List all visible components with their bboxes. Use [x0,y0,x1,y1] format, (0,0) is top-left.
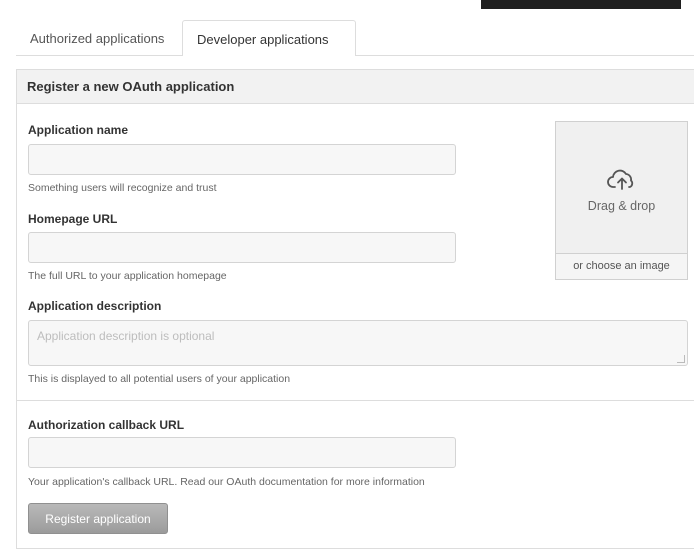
application-description-hint: This is displayed to all potential users… [28,373,291,385]
application-description-textarea[interactable] [28,320,688,366]
resize-handle-icon[interactable] [677,355,685,363]
choose-image-link[interactable]: or choose an image [556,253,687,279]
homepage-url-label: Homepage URL [28,212,118,226]
application-name-hint: Something users will recognize and trust [28,182,217,194]
description-wrapper [28,320,688,366]
tab-developer-applications[interactable]: Developer applications [182,20,356,56]
homepage-url-hint: The full URL to your application homepag… [28,270,227,282]
register-oauth-panel: Register a new OAuth application Applica… [16,69,694,549]
application-description-label: Application description [28,299,162,313]
top-dark-bar [481,0,681,9]
section-divider [17,400,694,401]
dropzone-label: Drag & drop [587,199,656,213]
tab-bar: Authorized applications Developer applic… [16,20,694,56]
panel-title: Register a new OAuth application [17,70,694,104]
image-dropzone[interactable]: Drag & drop or choose an image [555,121,688,280]
tab-authorized-applications[interactable]: Authorized applications [16,20,182,55]
application-name-input[interactable] [28,144,456,175]
callback-url-input[interactable] [28,437,456,468]
application-name-label: Application name [28,123,129,137]
callback-url-hint: Your application's callback URL. Read ou… [28,476,425,488]
register-application-button[interactable]: Register application [28,503,168,534]
callback-url-label: Authorization callback URL [28,418,185,432]
homepage-url-input[interactable] [28,232,456,263]
cloud-upload-icon [607,169,634,190]
